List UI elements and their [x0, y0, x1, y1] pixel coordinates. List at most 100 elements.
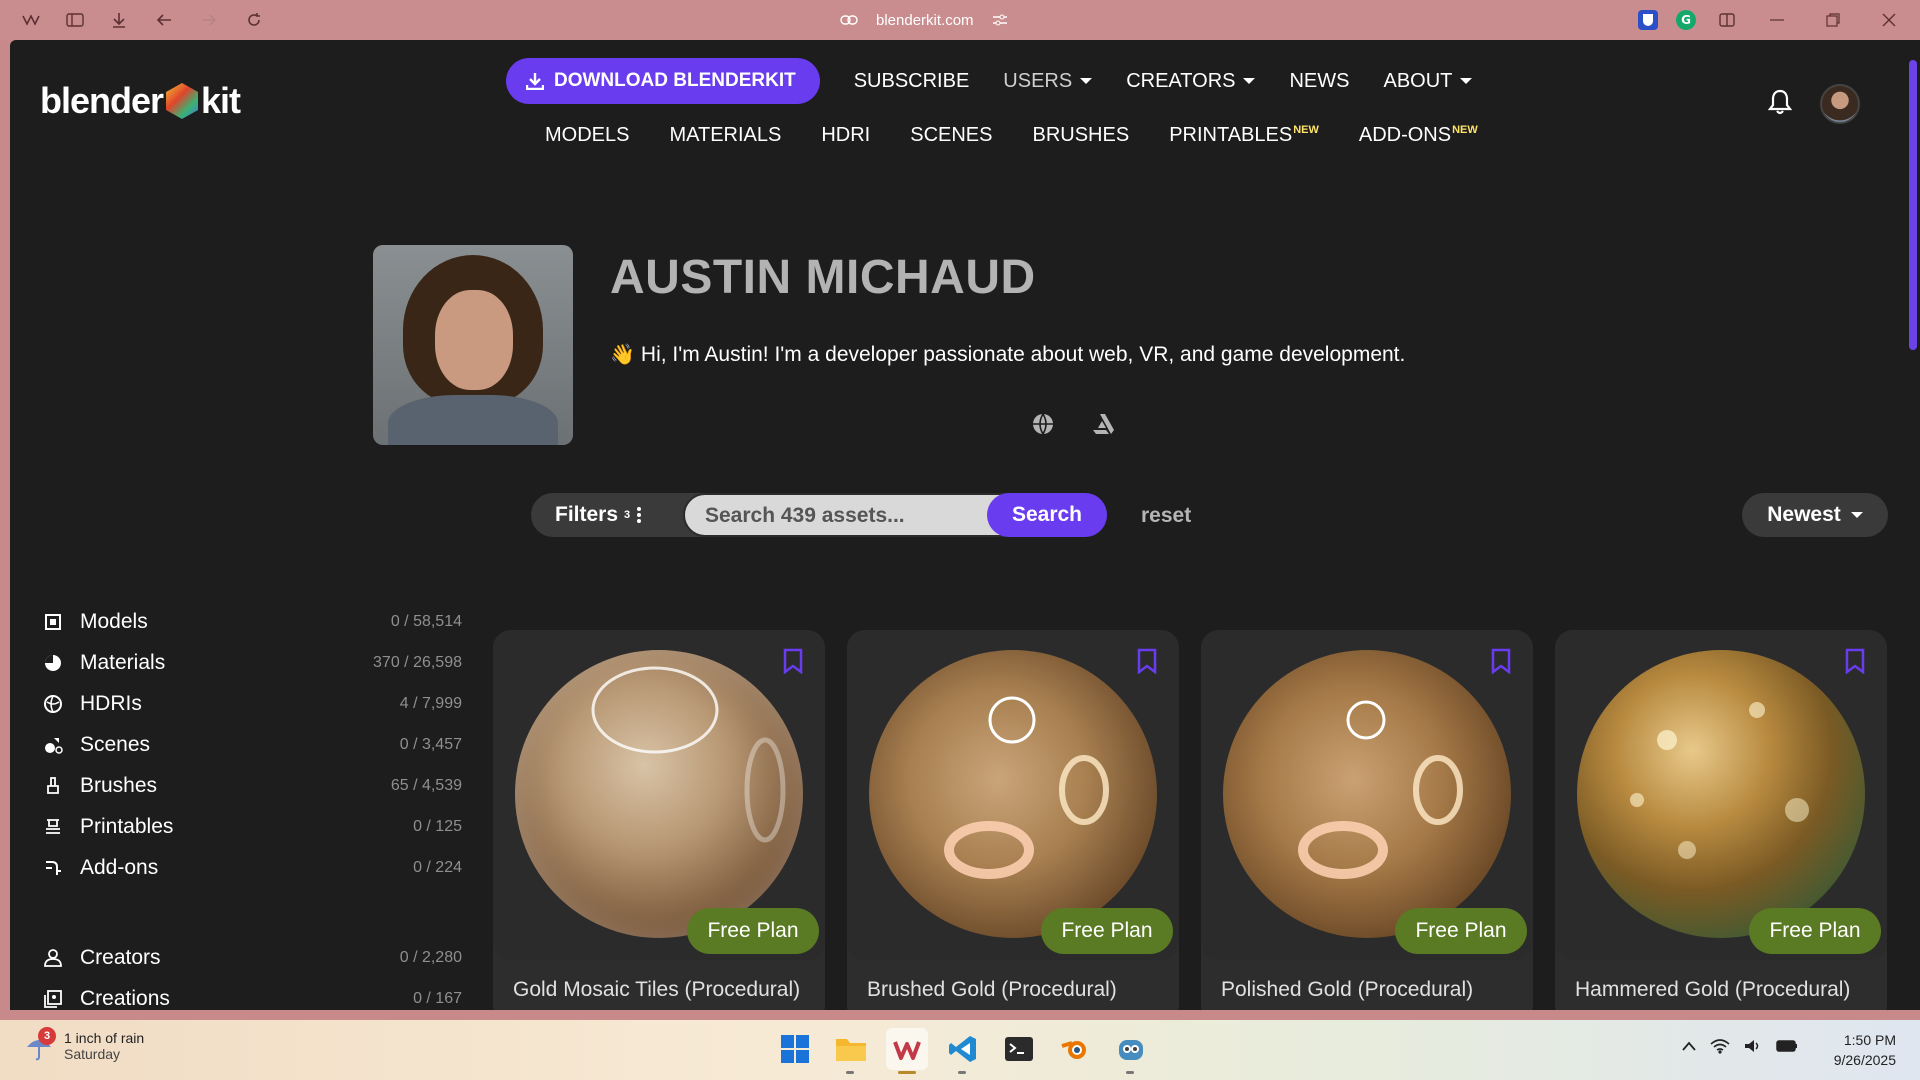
umbrella-icon: 3 [24, 1027, 56, 1061]
nav-about[interactable]: ABOUT [1383, 69, 1473, 93]
download-blenderkit-button[interactable]: DOWNLOAD BLENDERKIT [506, 58, 820, 104]
subnav-models[interactable]: MODELS [545, 124, 629, 147]
grammarly-extension-icon[interactable]: G [1676, 10, 1696, 30]
artstation-icon[interactable] [1091, 412, 1115, 436]
subnav-brushes[interactable]: BRUSHES [1032, 124, 1129, 147]
asset-thumbnail[interactable]: Free Plan [1201, 630, 1533, 960]
search-button[interactable]: Search [987, 493, 1107, 537]
terminal-icon[interactable] [998, 1028, 1040, 1070]
material-preview-sphere [1577, 650, 1865, 938]
taskbar-clock[interactable]: 1:50 PM 9/26/2025 [1834, 1030, 1896, 1070]
weather-widget[interactable]: 3 1 inch of rain Saturday [24, 1027, 144, 1062]
filters-button[interactable]: Filters 3 [555, 503, 642, 527]
nav-news[interactable]: NEWS [1289, 70, 1349, 93]
chevron-up-icon[interactable] [1682, 1041, 1696, 1051]
asset-card[interactable]: Free Plan Polished Gold (Procedural) [1201, 630, 1533, 1010]
restore-icon[interactable] [1822, 9, 1844, 31]
asset-thumbnail[interactable]: Free Plan [847, 630, 1179, 960]
subnav-scenes[interactable]: SCENES [910, 124, 992, 147]
bookmark-icon[interactable] [1137, 648, 1157, 674]
volume-icon[interactable] [1744, 1038, 1762, 1054]
sidebar-item-count: 4 / 7,999 [399, 695, 462, 712]
nav-about-label: ABOUT [1383, 69, 1453, 92]
address-bar[interactable]: blenderkit.com [840, 9, 1008, 31]
vscode-icon[interactable] [942, 1028, 984, 1074]
battery-icon[interactable] [1776, 1039, 1798, 1053]
sidebar-item-brushes[interactable]: Brushes 65 / 4,539 [42, 771, 462, 801]
page-scrollbar[interactable] [1906, 40, 1920, 1010]
sidebar-item-label: Scenes [80, 733, 151, 756]
nav-users-label: USERS [1003, 69, 1073, 92]
url-text: blenderkit.com [876, 11, 974, 29]
subnav-materials[interactable]: MATERIALS [669, 124, 781, 147]
reset-link[interactable]: reset [1141, 504, 1191, 528]
sphere-highlights [944, 696, 1109, 879]
file-explorer-icon[interactable] [830, 1028, 872, 1074]
website-globe-icon[interactable] [1031, 412, 1055, 436]
subnav-addons[interactable]: ADD-ONSNEW [1359, 124, 1478, 147]
asset-card[interactable]: Free Plan Gold Mosaic Tiles (Procedural) [493, 630, 825, 1010]
search-input[interactable] [705, 503, 965, 529]
sidebar-item-printables[interactable]: Printables 0 / 125 [42, 812, 462, 842]
nav-subscribe[interactable]: SUBSCRIBE [854, 70, 970, 93]
back-icon[interactable] [153, 9, 175, 31]
sidebar-item-materials[interactable]: Materials 370 / 26,598 [42, 648, 462, 678]
nav-creators[interactable]: CREATORS [1126, 70, 1256, 93]
notifications-bell-icon[interactable] [1766, 88, 1794, 116]
hdri-globe-icon [42, 693, 64, 715]
asset-title[interactable]: Gold Mosaic Tiles (Procedural) [513, 978, 809, 1002]
scene-objects-icon [42, 734, 64, 756]
sidebar-item-creators[interactable]: Creators 0 / 2,280 [42, 943, 462, 973]
sidebar-item-addons[interactable]: Add-ons 0 / 224 [42, 853, 462, 883]
subnav-printables[interactable]: PRINTABLESNEW [1169, 124, 1319, 147]
running-indicator [958, 1071, 966, 1074]
asset-thumbnail[interactable]: Free Plan [493, 630, 825, 960]
sidebar-toggle-icon[interactable] [64, 9, 86, 31]
wifi-icon[interactable] [1710, 1038, 1730, 1054]
download-icon[interactable] [108, 9, 130, 31]
blender-icon[interactable] [1054, 1028, 1096, 1070]
bookmark-icon[interactable] [783, 648, 803, 674]
reload-icon[interactable] [243, 9, 265, 31]
close-window-icon[interactable] [1878, 9, 1900, 31]
clock-date: 9/26/2025 [1833, 1052, 1896, 1068]
asset-card[interactable]: Free Plan Brushed Gold (Procedural) [847, 630, 1179, 1010]
windows-start-icon[interactable] [774, 1028, 816, 1070]
asset-title[interactable]: Hammered Gold (Procedural) [1575, 978, 1871, 1002]
bitwarden-extension-icon[interactable] [1638, 10, 1658, 30]
split-view-icon[interactable] [1716, 9, 1738, 31]
sidebar-item-scenes[interactable]: Scenes 0 / 3,457 [42, 730, 462, 760]
more-vertical-icon [637, 507, 642, 523]
user-avatar[interactable] [1820, 84, 1860, 124]
sidebar-item-label: HDRIs [80, 692, 142, 715]
clock-time: 1:50 PM [1843, 1032, 1896, 1048]
forward-icon[interactable] [198, 9, 220, 31]
asset-card[interactable]: Free Plan Hammered Gold (Procedural) [1555, 630, 1887, 1010]
asset-title[interactable]: Brushed Gold (Procedural) [867, 978, 1163, 1002]
sort-dropdown[interactable]: Newest [1742, 493, 1888, 537]
sidebar-item-hdris[interactable]: HDRIs 4 / 7,999 [42, 689, 462, 719]
browser-menu-icon[interactable] [20, 9, 42, 31]
download-icon [526, 73, 544, 90]
system-tray [1682, 1038, 1798, 1054]
printer-icon [42, 816, 64, 838]
minimize-icon[interactable] [1766, 9, 1788, 31]
sidebar-item-count: 0 / 3,457 [399, 736, 462, 753]
blenderkit-logo[interactable]: blender kit [40, 80, 241, 122]
filters-label: Filters [555, 503, 619, 526]
sphere-highlights [591, 666, 786, 843]
bookmark-icon[interactable] [1491, 648, 1511, 674]
sidebar-item-creations[interactable]: Creations 0 / 167 [42, 984, 462, 1010]
subnav-hdri[interactable]: HDRI [821, 124, 870, 147]
asset-thumbnail[interactable]: Free Plan [1555, 630, 1887, 960]
bio-text: Hi, I'm Austin! I'm a developer passiona… [640, 343, 1406, 366]
sidebar-item-count: 0 / 125 [413, 818, 462, 835]
godot-icon[interactable] [1110, 1028, 1152, 1074]
sidebar-item-models[interactable]: Models 0 / 58,514 [42, 607, 462, 637]
nav-users[interactable]: USERS [1003, 69, 1093, 93]
browser-app-icon[interactable] [886, 1028, 928, 1074]
bookmark-icon[interactable] [1845, 648, 1865, 674]
asset-title[interactable]: Polished Gold (Procedural) [1221, 978, 1517, 1002]
site-settings-icon[interactable] [992, 13, 1008, 27]
scrollbar-thumb[interactable] [1909, 60, 1917, 350]
